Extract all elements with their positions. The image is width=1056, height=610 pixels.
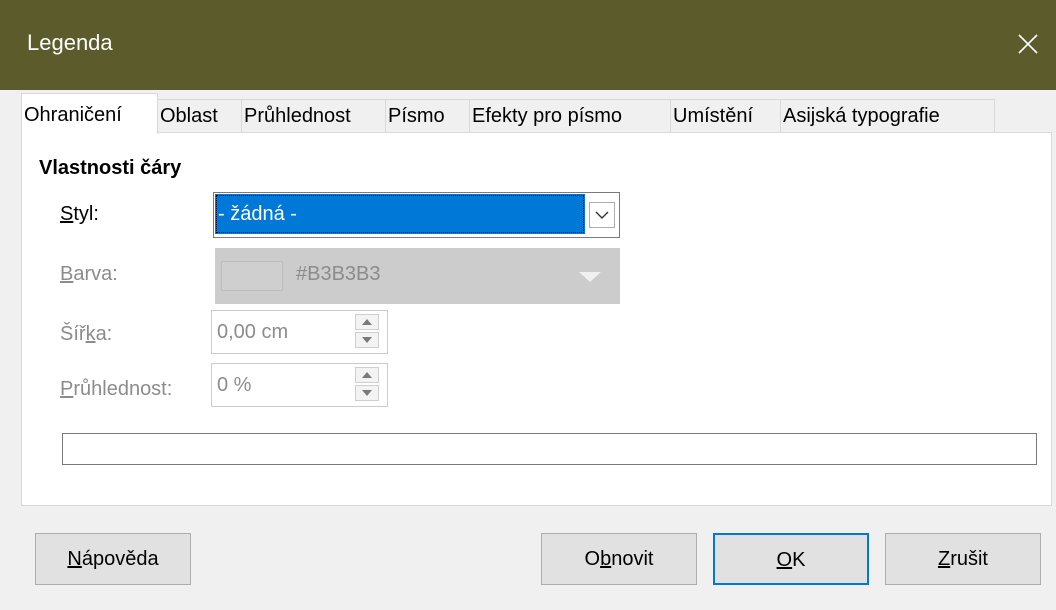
- tab-asijska-typografie[interactable]: Asijská typografie: [780, 99, 995, 133]
- transparency-label: Průhlednost:: [60, 378, 172, 401]
- tab-label: Asijská typografie: [783, 105, 940, 127]
- mnemonic: P: [60, 378, 74, 400]
- transparency-value: 0 %: [217, 374, 252, 396]
- dropdown-arrow-icon: [579, 272, 601, 282]
- tab-label: Efekty pro písmo: [472, 105, 623, 127]
- style-label: Styl:: [60, 203, 99, 226]
- section-title: Vlastnosti čáry: [39, 157, 182, 179]
- button-label: ápověda: [81, 548, 159, 570]
- mnemonic: k: [85, 323, 96, 345]
- button-label: novit: [611, 548, 654, 570]
- arrow-up-icon: [362, 372, 372, 378]
- transparency-spinbox[interactable]: 0 %: [211, 363, 388, 407]
- width-label: Šířka:: [60, 323, 112, 346]
- tab-efekty-pro-pismo[interactable]: Efekty pro písmo: [469, 99, 672, 133]
- tab-pruhlednost[interactable]: Průhlednost: [241, 99, 387, 133]
- window-title: Legenda: [27, 30, 113, 55]
- title-bar: Legenda: [0, 0, 1056, 90]
- width-value: 0,00 cm: [217, 321, 289, 343]
- increment-button[interactable]: [355, 314, 379, 330]
- mnemonic: Z: [937, 548, 951, 570]
- label-text: tyl:: [73, 203, 99, 225]
- button-label: rušit: [950, 548, 988, 570]
- arrow-up-icon: [362, 319, 372, 325]
- tab-label: Ohraničení: [24, 104, 122, 126]
- tab-ohraniceni[interactable]: Ohraničení: [21, 93, 158, 134]
- color-swatch: [221, 261, 283, 291]
- ok-button[interactable]: OK: [713, 533, 869, 585]
- cancel-button[interactable]: Zrušit: [885, 533, 1041, 585]
- color-dropdown[interactable]: #B3B3B3: [215, 248, 620, 304]
- reset-button[interactable]: Obnovit: [541, 533, 697, 585]
- spin-buttons: [355, 367, 379, 401]
- increment-button[interactable]: [355, 367, 379, 383]
- button-label: K: [792, 549, 806, 571]
- tab-oblast[interactable]: Oblast: [157, 99, 243, 133]
- help-button[interactable]: Nápověda: [35, 533, 191, 585]
- chevron-down-icon: [595, 211, 609, 219]
- color-label: Barva:: [60, 263, 118, 286]
- label-text: růhlednost:: [73, 378, 173, 400]
- label-text: a:: [95, 323, 113, 345]
- close-icon: [1018, 34, 1038, 54]
- mnemonic: O: [776, 549, 793, 571]
- line-preview: [62, 433, 1037, 465]
- label-text: Šíř: [60, 323, 86, 345]
- style-dropdown[interactable]: - žádná -: [213, 192, 620, 238]
- tab-label: Umístění: [673, 105, 754, 127]
- mnemonic: S: [60, 203, 74, 225]
- arrow-down-icon: [362, 337, 372, 343]
- mnemonic: N: [67, 548, 82, 570]
- spin-buttons: [355, 314, 379, 348]
- color-value: #B3B3B3: [296, 263, 381, 285]
- dropdown-button[interactable]: [589, 202, 615, 228]
- label-text: arva:: [73, 263, 118, 285]
- tab-umisteni[interactable]: Umístění: [670, 99, 782, 133]
- tab-label: Průhlednost: [244, 105, 351, 127]
- arrow-down-icon: [362, 390, 372, 396]
- decrement-button[interactable]: [355, 332, 379, 348]
- tab-label: Písmo: [388, 105, 445, 127]
- tab-label: Oblast: [160, 105, 218, 127]
- tab-panel: Vlastnosti čáry Styl: - žádná - Barva: #…: [21, 132, 1052, 506]
- style-selected-value: - žádná -: [215, 194, 585, 234]
- button-label: O: [584, 548, 601, 570]
- mnemonic: b: [600, 548, 612, 570]
- tab-pismo[interactable]: Písmo: [385, 99, 471, 133]
- mnemonic: B: [60, 263, 74, 285]
- width-spinbox[interactable]: 0,00 cm: [211, 310, 388, 354]
- decrement-button[interactable]: [355, 385, 379, 401]
- close-button[interactable]: [1000, 20, 1056, 68]
